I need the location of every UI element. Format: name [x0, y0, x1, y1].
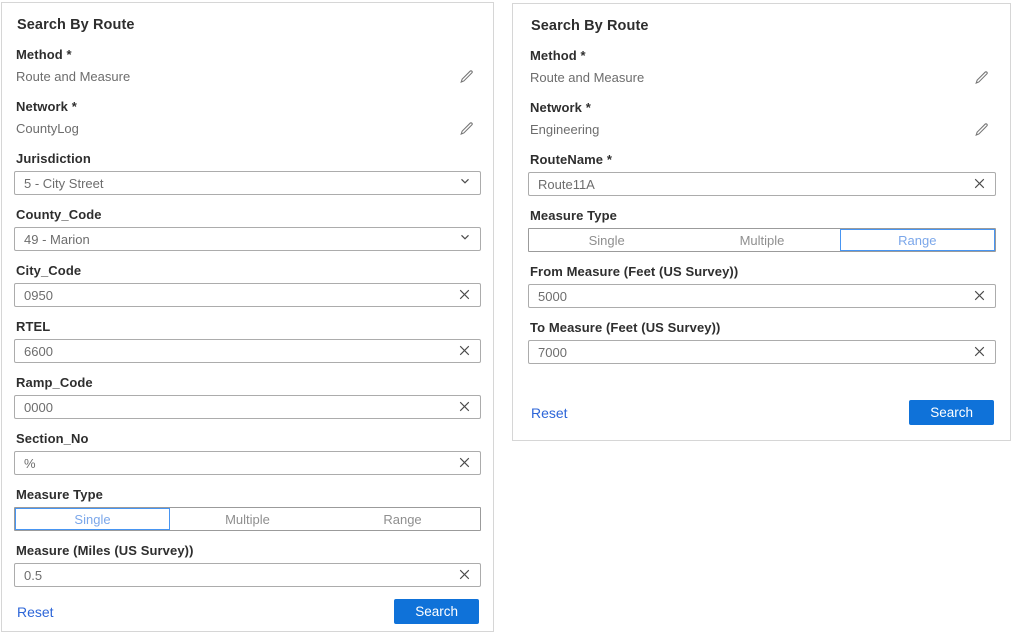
search-button[interactable]: Search — [909, 400, 994, 425]
method-value: Route and Measure — [16, 69, 130, 84]
ramp-code-input[interactable] — [14, 395, 481, 419]
segment-range[interactable]: Range — [325, 508, 480, 530]
x-icon[interactable] — [458, 400, 471, 413]
measure-type-field: Measure Type Single Multiple Range — [14, 487, 481, 531]
method-field: Method * Route and Measure — [14, 47, 481, 88]
measure-type-field: Measure Type Single Multiple Range — [528, 208, 996, 252]
select-value: 5 - City Street — [24, 176, 103, 191]
search-button[interactable]: Search — [394, 599, 479, 624]
to-measure-field: To Measure (Feet (US Survey)) — [528, 320, 996, 364]
field-label: From Measure (Feet (US Survey)) — [530, 264, 996, 279]
measure-type-segmented: Single Multiple Range — [528, 228, 996, 252]
method-label: Method * — [530, 48, 996, 63]
segment-multiple[interactable]: Multiple — [170, 508, 325, 530]
network-field: Network * CountyLog — [14, 99, 481, 140]
pencil-icon[interactable] — [458, 120, 475, 137]
x-icon[interactable] — [458, 568, 471, 581]
county-code-field: County_Code 49 - Marion — [14, 207, 481, 251]
field-label: Measure (Miles (US Survey)) — [16, 543, 481, 558]
from-measure-input[interactable] — [528, 284, 996, 308]
measure-type-segmented: Single Multiple Range — [14, 507, 481, 531]
to-measure-input[interactable] — [528, 340, 996, 364]
route-name-field: RouteName * — [528, 152, 996, 196]
network-value: CountyLog — [16, 121, 79, 136]
field-label: RTEL — [16, 319, 481, 334]
jurisdiction-field: Jurisdiction 5 - City Street — [14, 151, 481, 195]
network-field: Network * Engineering — [528, 100, 996, 141]
field-label: RouteName * — [530, 152, 996, 167]
x-icon[interactable] — [458, 344, 471, 357]
city-code-field: City_Code — [14, 263, 481, 307]
select-value: 49 - Marion — [24, 232, 90, 247]
network-value: Engineering — [530, 122, 599, 137]
panel-footer: Reset Search — [14, 599, 481, 626]
chevron-down-icon — [459, 230, 471, 248]
from-measure-field: From Measure (Feet (US Survey)) — [528, 264, 996, 308]
pencil-icon[interactable] — [973, 69, 990, 86]
field-label: Measure Type — [16, 487, 481, 502]
method-field: Method * Route and Measure — [528, 48, 996, 89]
field-label: To Measure (Feet (US Survey)) — [530, 320, 996, 335]
field-label: Ramp_Code — [16, 375, 481, 390]
search-by-route-panel-right: Search By Route Method * Route and Measu… — [512, 3, 1011, 441]
field-label: Measure Type — [530, 208, 996, 223]
method-label: Method * — [16, 47, 481, 62]
panel-footer: Reset Search — [528, 400, 996, 427]
field-label: City_Code — [16, 263, 481, 278]
x-icon[interactable] — [973, 345, 986, 358]
field-label: Jurisdiction — [16, 151, 481, 166]
rtel-input[interactable] — [14, 339, 481, 363]
field-label: Section_No — [16, 431, 481, 446]
x-icon[interactable] — [973, 289, 986, 302]
x-icon[interactable] — [458, 288, 471, 301]
ramp-code-field: Ramp_Code — [14, 375, 481, 419]
chevron-down-icon — [459, 174, 471, 192]
field-label: County_Code — [16, 207, 481, 222]
pencil-icon[interactable] — [458, 68, 475, 85]
segment-single[interactable]: Single — [15, 508, 170, 530]
panel-title: Search By Route — [14, 14, 481, 47]
pencil-icon[interactable] — [973, 121, 990, 138]
segment-multiple[interactable]: Multiple — [684, 229, 839, 251]
search-by-route-panel-left: Search By Route Method * Route and Measu… — [1, 2, 494, 632]
panel-title: Search By Route — [528, 15, 996, 48]
section-no-input[interactable] — [14, 451, 481, 475]
x-icon[interactable] — [458, 456, 471, 469]
method-value: Route and Measure — [530, 70, 644, 85]
segment-range[interactable]: Range — [840, 229, 995, 251]
measure-field: Measure (Miles (US Survey)) — [14, 543, 481, 587]
measure-input[interactable] — [14, 563, 481, 587]
city-code-input[interactable] — [14, 283, 481, 307]
county-code-select[interactable]: 49 - Marion — [14, 227, 481, 251]
jurisdiction-select[interactable]: 5 - City Street — [14, 171, 481, 195]
x-icon[interactable] — [973, 177, 986, 190]
rtel-field: RTEL — [14, 319, 481, 363]
section-no-field: Section_No — [14, 431, 481, 475]
network-label: Network * — [530, 100, 996, 115]
reset-link[interactable]: Reset — [531, 405, 568, 421]
network-label: Network * — [16, 99, 481, 114]
reset-link[interactable]: Reset — [17, 604, 54, 620]
segment-single[interactable]: Single — [529, 229, 684, 251]
route-name-input[interactable] — [528, 172, 996, 196]
